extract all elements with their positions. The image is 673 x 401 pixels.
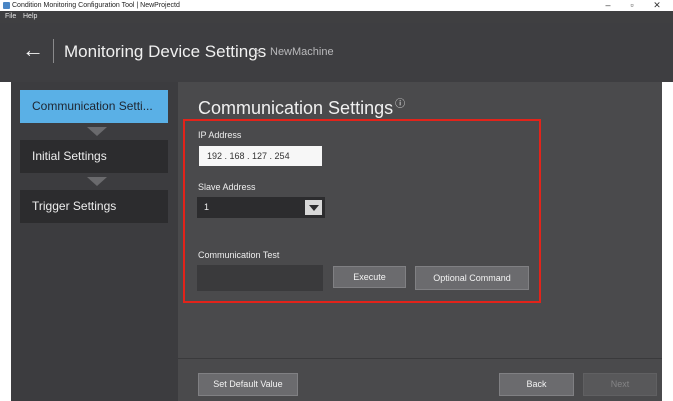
next-button[interactable]: Next bbox=[583, 373, 657, 396]
window-titlebar: Condition Monitoring Configuration Tool … bbox=[0, 0, 673, 11]
app-icon bbox=[3, 2, 10, 9]
info-icon[interactable]: ⓘ bbox=[395, 99, 405, 110]
ip-address-label: IP Address bbox=[198, 130, 242, 140]
step-initial-settings[interactable]: Initial Settings bbox=[20, 140, 168, 173]
chevron-down-icon bbox=[87, 127, 107, 136]
menu-file[interactable]: File bbox=[5, 13, 16, 20]
chevron-down-icon bbox=[87, 177, 107, 186]
window-title: Condition Monitoring Configuration Tool … bbox=[12, 2, 180, 9]
breadcrumb: NewMachine bbox=[270, 46, 334, 58]
dropdown-button[interactable] bbox=[305, 200, 322, 215]
chevron-right-icon: > bbox=[254, 44, 262, 59]
section-title: Communication Settings ⓘ bbox=[198, 94, 405, 119]
ip-address-field[interactable]: 192 . 168 . 127 . 254 bbox=[199, 146, 322, 166]
set-default-value-button[interactable]: Set Default Value bbox=[198, 373, 298, 396]
menu-help[interactable]: Help bbox=[23, 13, 37, 20]
section-title-text: Communication Settings bbox=[198, 98, 394, 118]
step-communication-settings[interactable]: Communication Setti... bbox=[20, 90, 168, 123]
header-divider bbox=[53, 39, 54, 63]
close-icon[interactable]: ✕ bbox=[646, 0, 668, 11]
step-trigger-settings[interactable]: Trigger Settings bbox=[20, 190, 168, 223]
maximize-icon[interactable]: ▫ bbox=[621, 0, 643, 11]
footer-divider bbox=[178, 358, 662, 359]
optional-command-button[interactable]: Optional Command bbox=[415, 266, 529, 290]
communication-test-result bbox=[197, 265, 323, 291]
page-header: ← Monitoring Device Settings > NewMachin… bbox=[0, 23, 673, 82]
back-button[interactable]: Back bbox=[499, 373, 574, 396]
menu-bar: File Help bbox=[0, 11, 673, 23]
dropdown-arrow-icon bbox=[309, 205, 319, 211]
page-title: Monitoring Device Settings bbox=[64, 42, 267, 61]
slave-address-select[interactable]: 1 bbox=[197, 197, 325, 218]
execute-button[interactable]: Execute bbox=[333, 266, 406, 288]
communication-test-label: Communication Test bbox=[198, 250, 280, 260]
wizard-sidebar: Communication Setti... Initial Settings … bbox=[11, 82, 178, 401]
back-arrow-icon[interactable]: ← bbox=[22, 37, 44, 63]
minimize-icon[interactable]: – bbox=[597, 0, 619, 11]
slave-address-label: Slave Address bbox=[198, 182, 256, 192]
slave-address-value: 1 bbox=[204, 202, 210, 212]
